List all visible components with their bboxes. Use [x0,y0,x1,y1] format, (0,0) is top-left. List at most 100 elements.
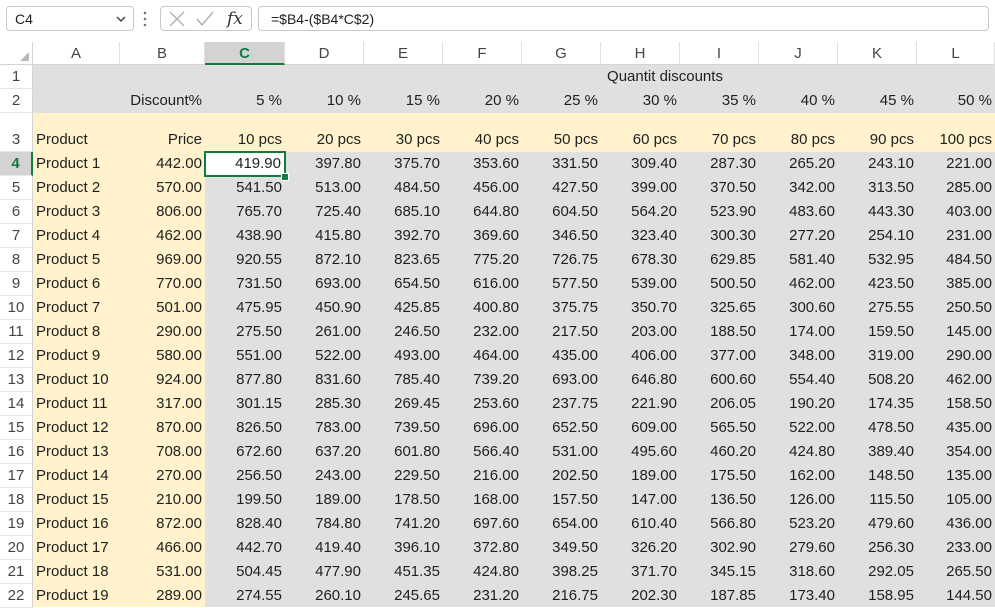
discounted-price-cell[interactable]: 287.30 [680,152,759,176]
product-name-cell[interactable]: Product 19 [33,584,120,608]
discounted-price-cell[interactable]: 443.30 [838,200,917,224]
discounted-price-cell[interactable]: 629.85 [680,248,759,272]
discounted-price-cell[interactable]: 826.50 [205,416,285,440]
discounted-price-cell[interactable]: 105.00 [917,488,995,512]
insert-function-button[interactable]: fx [227,10,247,28]
discounted-price-cell[interactable]: 265.50 [917,560,995,584]
discounted-price-cell[interactable]: 326.20 [601,536,680,560]
cancel-icon[interactable] [167,10,187,28]
product-name-cell[interactable]: Product 17 [33,536,120,560]
discounted-price-cell[interactable]: 403.00 [917,200,995,224]
discounted-price-cell[interactable]: 696.00 [443,416,522,440]
price-cell[interactable]: 501.00 [120,296,205,320]
discounted-price-cell[interactable]: 331.50 [522,152,601,176]
discounted-price-cell[interactable]: 532.95 [838,248,917,272]
discounted-price-cell[interactable]: 566.80 [680,512,759,536]
quantity-header-cell[interactable]: 10 pcs [205,113,285,152]
discounted-price-cell[interactable]: 400.80 [443,296,522,320]
discounted-price-cell[interactable]: 342.00 [759,176,838,200]
select-all-button[interactable] [0,42,33,65]
column-header-F[interactable]: F [443,42,522,65]
discounted-price-cell[interactable]: 565.50 [680,416,759,440]
product-name-cell[interactable]: Product 5 [33,248,120,272]
discounted-price-cell[interactable]: 637.20 [285,440,364,464]
discounted-price-cell[interactable]: 654.50 [364,272,443,296]
discounted-price-cell[interactable]: 231.20 [443,584,522,608]
active-cell[interactable]: 419.90 [204,151,286,177]
discounted-price-cell[interactable]: 460.20 [680,440,759,464]
discounted-price-cell[interactable]: 256.30 [838,536,917,560]
discounted-price-cell[interactable]: 246.50 [364,320,443,344]
discounted-price-cell[interactable]: 493.00 [364,344,443,368]
discounted-price-cell[interactable]: 325.65 [680,296,759,320]
chevron-down-icon[interactable] [115,13,127,25]
discounted-price-cell[interactable]: 350.70 [601,296,680,320]
discounted-price-cell[interactable]: 385.00 [917,272,995,296]
product-name-cell[interactable]: Product 3 [33,200,120,224]
discounted-price-cell[interactable]: 765.70 [205,200,285,224]
discounted-price-cell[interactable]: 644.80 [443,200,522,224]
discounted-price-cell[interactable]: 672.60 [205,440,285,464]
quantity-header-cell[interactable]: 60 pcs [601,113,680,152]
row-header-8[interactable]: 8 [0,248,33,272]
discounted-price-cell[interactable]: 174.00 [759,320,838,344]
discounted-price-cell[interactable]: 456.00 [443,176,522,200]
discounted-price-cell[interactable]: 162.00 [759,464,838,488]
discount-percent-cell[interactable]: 5 % [205,89,285,113]
discounted-price-cell[interactable]: 345.15 [680,560,759,584]
discounted-price-cell[interactable]: 828.40 [205,512,285,536]
discounted-price-cell[interactable]: 174.35 [838,392,917,416]
discounted-price-cell[interactable]: 346.50 [522,224,601,248]
discounted-price-cell[interactable]: 157.50 [522,488,601,512]
discounted-price-cell[interactable]: 372.80 [443,536,522,560]
discounted-price-cell[interactable]: 785.40 [364,368,443,392]
price-cell[interactable]: 969.00 [120,248,205,272]
discounted-price-cell[interactable]: 353.60 [443,152,522,176]
discounted-price-cell[interactable]: 178.50 [364,488,443,512]
discounted-price-cell[interactable]: 725.40 [285,200,364,224]
discounted-price-cell[interactable]: 442.70 [205,536,285,560]
discounted-price-cell[interactable]: 375.75 [522,296,601,320]
discounted-price-cell[interactable]: 600.60 [680,368,759,392]
discounted-price-cell[interactable]: 419.40 [285,536,364,560]
discounted-price-cell[interactable]: 254.10 [838,224,917,248]
discounted-price-cell[interactable]: 175.50 [680,464,759,488]
discounted-price-cell[interactable]: 275.55 [838,296,917,320]
price-cell[interactable]: 466.00 [120,536,205,560]
discounted-price-cell[interactable]: 616.00 [443,272,522,296]
discounted-price-cell[interactable]: 136.50 [680,488,759,512]
column-header-C[interactable]: C [205,42,285,65]
quantity-header-cell[interactable]: 50 pcs [522,113,601,152]
column-header-E[interactable]: E [364,42,443,65]
discounted-price-cell[interactable]: 495.60 [601,440,680,464]
discounted-price-cell[interactable]: 396.10 [364,536,443,560]
price-cell[interactable]: 872.00 [120,512,205,536]
row-header-13[interactable]: 13 [0,368,33,392]
discounted-price-cell[interactable]: 406.00 [601,344,680,368]
discounted-price-cell[interactable]: 823.65 [364,248,443,272]
row-header-21[interactable]: 21 [0,560,33,584]
product-name-cell[interactable]: Product 7 [33,296,120,320]
discounted-price-cell[interactable]: 371.70 [601,560,680,584]
discounted-price-cell[interactable]: 206.05 [680,392,759,416]
discounted-price-cell[interactable]: 508.20 [838,368,917,392]
more-options-icon[interactable] [142,9,148,29]
discount-percent-cell[interactable]: 30 % [601,89,680,113]
discounted-price-cell[interactable]: 256.50 [205,464,285,488]
discounted-price-cell[interactable]: 451.35 [364,560,443,584]
discounted-price-cell[interactable]: 173.40 [759,584,838,608]
discounted-price-cell[interactable]: 159.50 [838,320,917,344]
discounted-price-cell[interactable]: 566.40 [443,440,522,464]
discounted-price-cell[interactable]: 313.50 [838,176,917,200]
row-header-22[interactable]: 22 [0,584,33,608]
discounted-price-cell[interactable]: 678.30 [601,248,680,272]
discounted-price-cell[interactable]: 253.60 [443,392,522,416]
price-cell[interactable]: 317.00 [120,392,205,416]
discounted-price-cell[interactable]: 877.80 [205,368,285,392]
discounted-price-cell[interactable]: 601.80 [364,440,443,464]
discounted-price-cell[interactable]: 581.40 [759,248,838,272]
discounted-price-cell[interactable]: 147.00 [601,488,680,512]
price-cell[interactable]: 924.00 [120,368,205,392]
discount-percent-cell[interactable]: 25 % [522,89,601,113]
column-header-G[interactable]: G [522,42,601,65]
